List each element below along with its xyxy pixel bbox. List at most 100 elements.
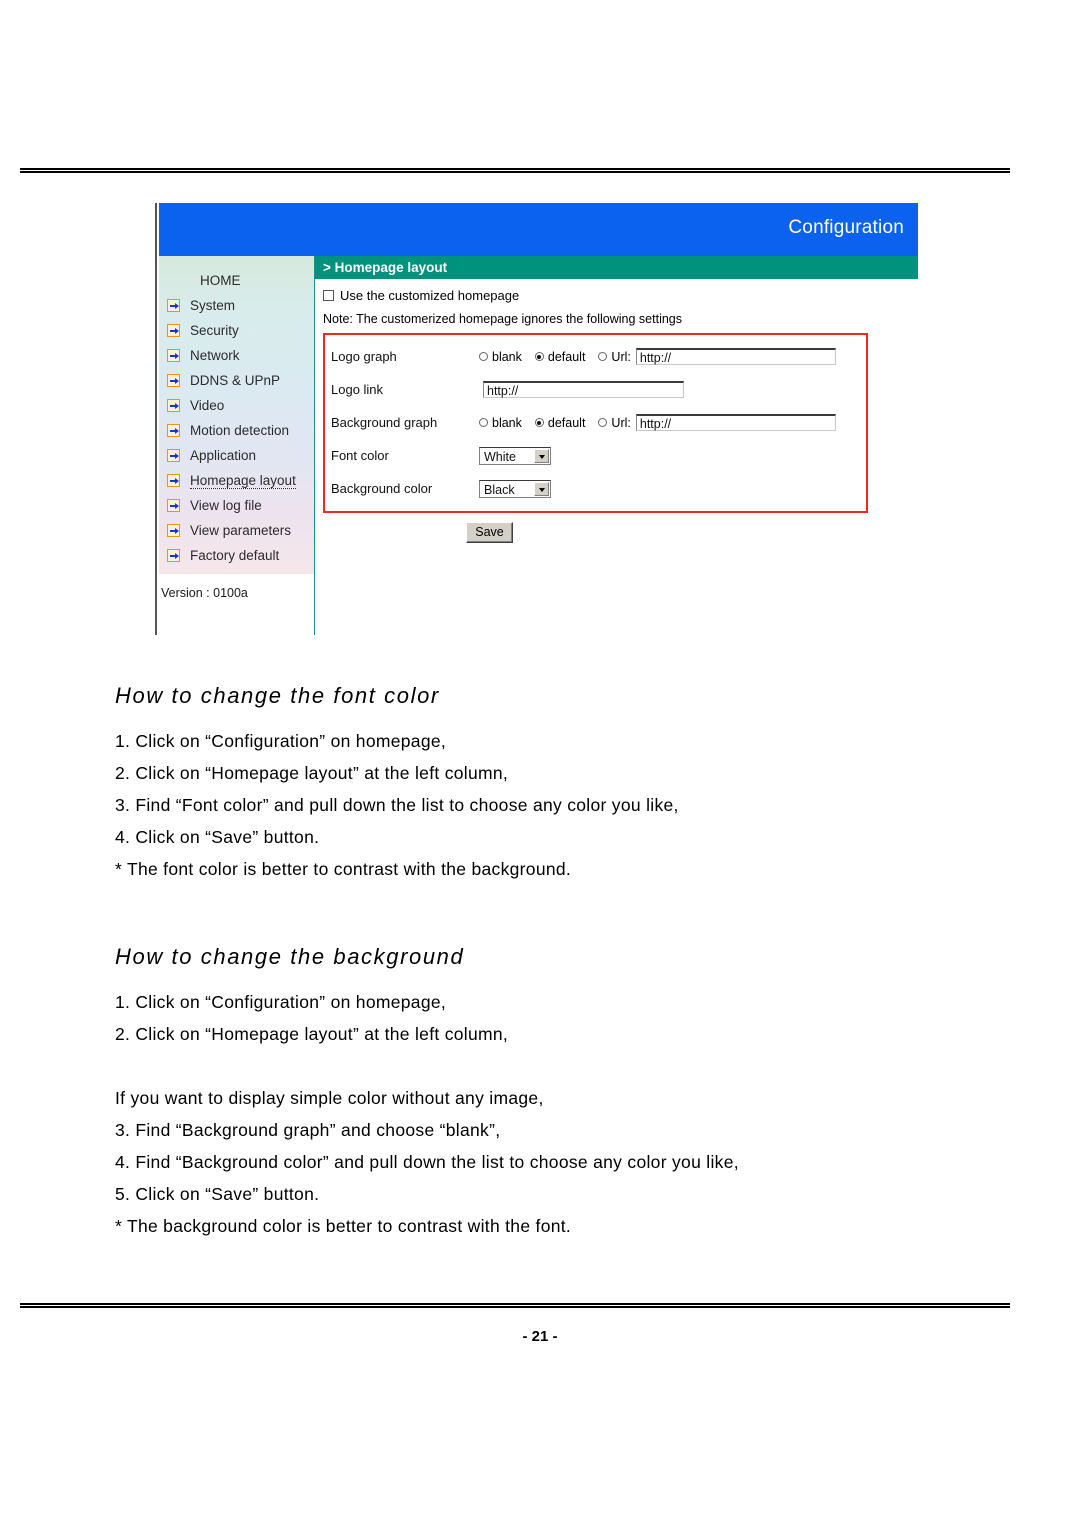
page-number: - 21 - (522, 1328, 558, 1345)
instruction-line: 3. Find “Font color” and pull down the l… (115, 795, 679, 815)
background-graph-blank-radio[interactable] (479, 418, 488, 427)
sidebar-item-label: System (190, 298, 236, 313)
sidebar-item-label: Security (190, 323, 239, 338)
sidebar-item-security[interactable]: Security (159, 318, 314, 343)
form-note: Note: The customerized homepage ignores … (323, 312, 683, 326)
font-color-value: White (484, 449, 516, 464)
instruction-line: 1. Click on “Configuration” on homepage, (115, 731, 447, 751)
sidebar-item-label: Application (190, 448, 257, 463)
logo-graph-blank-radio[interactable] (479, 352, 488, 361)
sidebar-item-label: Network (190, 348, 240, 363)
chevron-down-icon[interactable] (534, 481, 549, 496)
sidebar-item-label: View parameters (190, 523, 292, 538)
sidebar-item-video[interactable]: Video (159, 393, 314, 418)
bottom-horizontal-rule (20, 1303, 1010, 1308)
customized-homepage-checkbox[interactable] (323, 290, 334, 301)
instruction-note: * The background color is better to cont… (115, 1216, 572, 1236)
background-graph-label: Background graph (331, 415, 438, 430)
instruction-line: 5. Click on “Save” button. (115, 1184, 320, 1204)
font-color-label: Font color (331, 448, 389, 463)
arrow-bullet-icon (167, 499, 180, 512)
sidebar-item-motion-detection[interactable]: Motion detection (159, 418, 314, 443)
logo-graph-url-label: Url: (611, 349, 631, 364)
arrow-bullet-icon (167, 449, 180, 462)
background-graph-options: blank default Url: http:// (479, 414, 836, 431)
section-how-to-change-background: How to change the background 1. Click on… (115, 944, 995, 1242)
arrow-bullet-icon (167, 324, 180, 337)
background-graph-url-label: Url: (611, 415, 631, 430)
background-graph-row: Background graph blank default Url: http… (325, 406, 866, 439)
logo-graph-label: Logo graph (331, 349, 397, 364)
sidebar-item-system[interactable]: System (159, 293, 314, 318)
logo-graph-row: Logo graph blank default Url: http:// (325, 340, 866, 373)
sidebar-item-home[interactable]: HOME (159, 268, 314, 293)
sidebar-item-label: HOME (200, 273, 241, 288)
logo-graph-options: blank default Url: http:// (479, 348, 836, 365)
background-graph-default-label: default (547, 415, 586, 430)
logo-link-label: Logo link (331, 382, 384, 397)
sidebar-item-application[interactable]: Application (159, 443, 314, 468)
sidebar-nav: HOME System Security Network DDNS & UPnP (159, 256, 315, 574)
sidebar-item-label: Homepage layout (190, 473, 296, 489)
instruction-line: 3. Find “Background graph” and choose “b… (115, 1120, 501, 1140)
logo-graph-default-label: default (547, 349, 586, 364)
section-how-to-change-font-color: How to change the font color 1. Click on… (115, 683, 995, 885)
sidebar-item-homepage-layout[interactable]: Homepage layout (159, 468, 314, 493)
logo-graph-blank-label: blank (492, 349, 522, 364)
instruction-line: 1. Click on “Configuration” on homepage, (115, 992, 447, 1012)
background-graph-blank-label: blank (492, 415, 522, 430)
sidebar-item-view-parameters[interactable]: View parameters (159, 518, 314, 543)
background-color-value: Black (484, 482, 515, 497)
firmware-version-text: Version : 0100a (161, 586, 248, 600)
device-config-screenshot: Configuration HOME System Security Netwo… (155, 203, 918, 635)
background-color-label: Background color (331, 481, 433, 496)
save-button[interactable]: Save (466, 522, 513, 543)
sidebar-item-factory-default[interactable]: Factory default (159, 543, 314, 568)
instruction-line: If you want to display simple color with… (115, 1088, 544, 1108)
top-horizontal-rule (20, 168, 1010, 173)
arrow-bullet-icon (167, 474, 180, 487)
font-color-select[interactable]: White (479, 446, 551, 465)
background-graph-url-input[interactable]: http:// (635, 414, 836, 431)
background-graph-url-radio[interactable] (598, 418, 608, 427)
arrow-bullet-icon (167, 424, 180, 437)
section-heading: How to change the background (115, 944, 465, 969)
arrow-bullet-icon (167, 299, 180, 312)
font-color-row: Font color White (325, 439, 866, 472)
logo-graph-url-input[interactable]: http:// (635, 348, 836, 365)
logo-graph-default-radio[interactable] (534, 352, 544, 361)
ui-body: HOME System Security Network DDNS & UPnP (159, 256, 918, 635)
section-title-bar: > Homepage layout (315, 256, 918, 279)
ui-title-bar: Configuration (159, 203, 918, 256)
logo-graph-url-radio[interactable] (598, 352, 608, 361)
annotated-settings-group: Logo graph blank default Url: http:// Lo… (323, 333, 868, 513)
instruction-line: 4. Find “Background color” and pull down… (115, 1152, 739, 1172)
instruction-line: 2. Click on “Homepage layout” at the lef… (115, 763, 509, 783)
chevron-down-icon[interactable] (534, 448, 549, 463)
arrow-bullet-icon (167, 374, 180, 387)
sidebar-item-view-log-file[interactable]: View log file (159, 493, 314, 518)
page-title: Configuration (788, 217, 904, 238)
arrow-bullet-icon (167, 399, 180, 412)
sidebar-item-label: Video (190, 398, 225, 413)
settings-form: Use the customized homepage Note: The cu… (315, 279, 918, 543)
content-panel: > Homepage layout Use the customized hom… (315, 256, 918, 635)
instruction-note: * The font color is better to contrast w… (115, 859, 572, 879)
section-heading: How to change the font color (115, 683, 440, 708)
sidebar-items: HOME System Security Network DDNS & UPnP (159, 256, 314, 568)
background-color-select[interactable]: Black (479, 479, 551, 498)
instruction-line: 2. Click on “Homepage layout” at the lef… (115, 1024, 509, 1044)
sidebar-item-label: DDNS & UPnP (190, 373, 281, 388)
logo-link-row: Logo link http:// (325, 373, 866, 406)
customized-homepage-label: Use the customized homepage (340, 288, 520, 303)
sidebar-item-ddns-upnp[interactable]: DDNS & UPnP (159, 368, 314, 393)
sidebar-item-label: View log file (190, 498, 262, 513)
sidebar-item-label: Motion detection (190, 423, 290, 438)
instruction-spacer (115, 1050, 995, 1082)
customized-homepage-row[interactable]: Use the customized homepage (323, 288, 918, 303)
arrow-bullet-icon (167, 549, 180, 562)
background-color-row: Background color Black (325, 472, 866, 505)
sidebar-item-network[interactable]: Network (159, 343, 314, 368)
logo-link-input[interactable]: http:// (483, 381, 684, 398)
background-graph-default-radio[interactable] (534, 418, 544, 427)
